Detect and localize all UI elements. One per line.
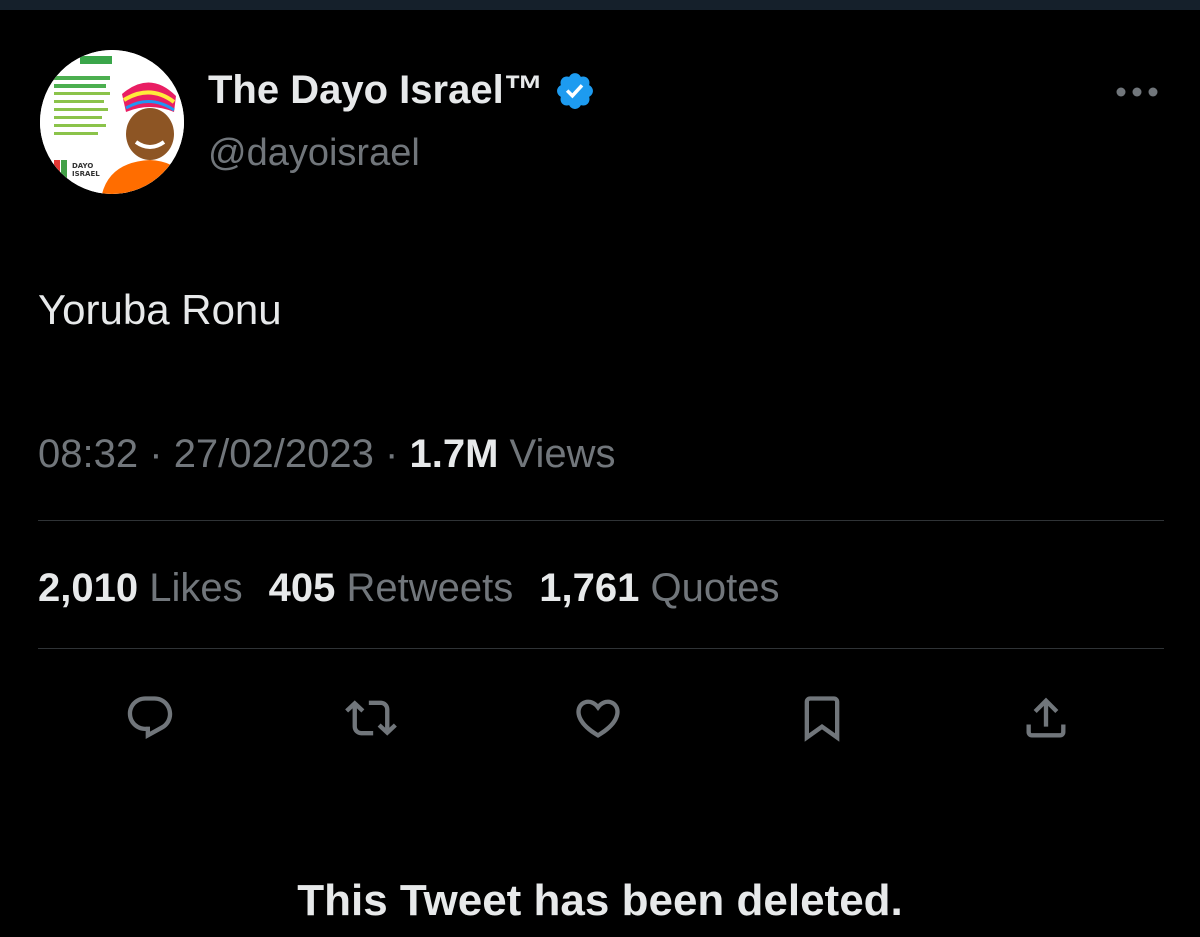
display-name[interactable]: The Dayo Israel™ xyxy=(208,68,544,113)
tweet-text: Yoruba Ronu xyxy=(38,286,282,333)
author-handle[interactable]: @dayoisrael xyxy=(208,132,420,175)
like-button[interactable] xyxy=(566,686,630,750)
top-strip xyxy=(0,0,1200,10)
likes-stat[interactable]: 2,010 Likes xyxy=(38,566,243,611)
verified-badge-icon xyxy=(556,72,593,109)
tweet-time[interactable]: 08:32 xyxy=(38,432,138,476)
bookmark-button[interactable] xyxy=(790,686,854,750)
deleted-notice: This Tweet has been deleted. xyxy=(297,876,903,925)
like-icon xyxy=(576,699,620,738)
share-icon xyxy=(1026,697,1066,738)
quotes-count: 1,761 xyxy=(539,566,640,610)
svg-text:DAYO: DAYO xyxy=(72,162,93,170)
bookmark-icon xyxy=(804,696,840,742)
views-count: 1.7M xyxy=(409,432,499,476)
quotes-stat[interactable]: 1,761 Quotes xyxy=(539,566,779,611)
likes-count: 2,010 xyxy=(38,566,139,610)
retweet-button[interactable] xyxy=(339,686,403,750)
action-bar xyxy=(0,678,1200,758)
avatar[interactable]: DAYO ISRAEL xyxy=(40,50,184,194)
more-options-button[interactable] xyxy=(1110,72,1164,112)
engagement-stats: 2,010 Likes 405 Retweets 1,761 Quotes xyxy=(38,566,779,611)
avatar-image: DAYO ISRAEL xyxy=(40,50,184,194)
retweets-count: 405 xyxy=(268,566,336,610)
likes-label: Likes xyxy=(149,566,243,610)
tweet-date[interactable]: 27/02/2023 xyxy=(174,432,374,476)
more-dots-icon xyxy=(1116,87,1158,97)
author-header: The Dayo Israel™ xyxy=(208,68,596,113)
tweet-card: DAYO ISRAEL The Dayo Israel™ @dayoisrael… xyxy=(0,10,1200,937)
reply-button[interactable] xyxy=(118,686,182,750)
retweet-icon xyxy=(345,700,397,736)
quotes-label: Quotes xyxy=(650,566,780,610)
meta-separator: · xyxy=(385,432,399,476)
divider xyxy=(38,520,1164,521)
views-label: Views xyxy=(509,432,616,476)
tweet-meta: 08:32 · 27/02/2023 · 1.7M Views xyxy=(38,432,616,477)
reply-icon xyxy=(127,696,173,740)
divider xyxy=(38,648,1164,649)
retweets-stat[interactable]: 405 Retweets xyxy=(269,566,514,611)
meta-separator: · xyxy=(149,432,163,476)
retweets-label: Retweets xyxy=(346,566,514,610)
share-button[interactable] xyxy=(1014,686,1078,750)
svg-text:ISRAEL: ISRAEL xyxy=(72,170,100,178)
